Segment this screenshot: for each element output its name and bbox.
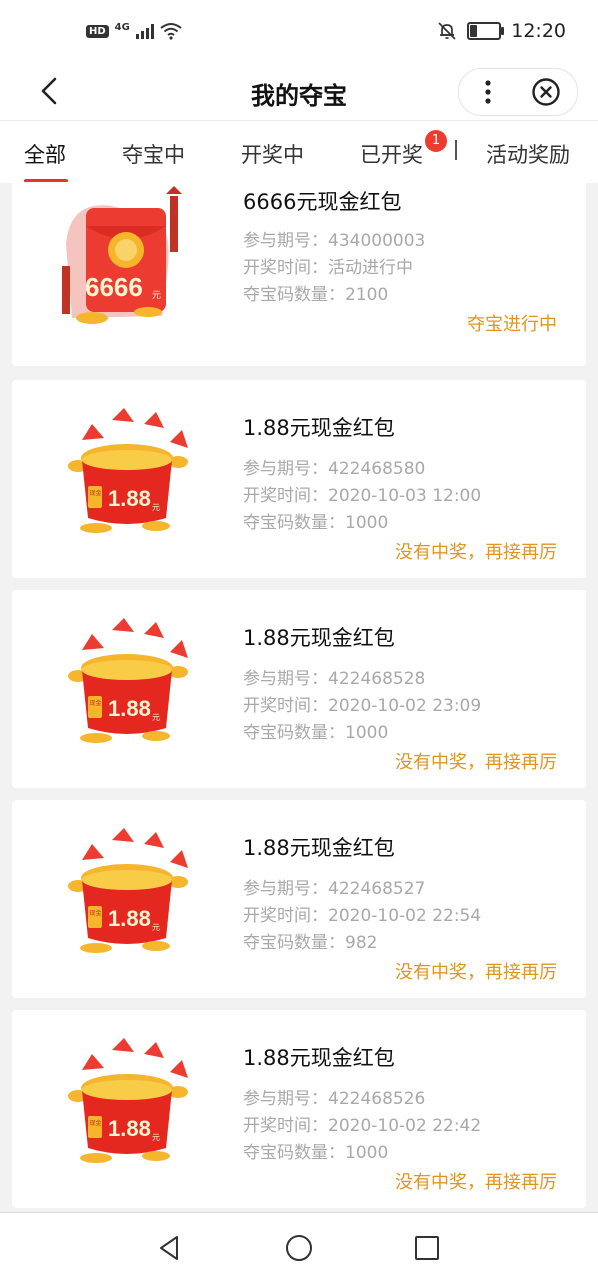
draw-time-row: 开奖时间：2020-10-02 22:42 [243, 1116, 482, 1136]
code-count-row: 夺宝码数量：1000 [243, 723, 389, 743]
status-bar: HD 4G 12:20 [0, 0, 598, 64]
thumb-unit: 元 [152, 713, 160, 722]
status-right: 12:20 [437, 20, 566, 42]
status-text: 没有中奖，再接再厉 [395, 752, 557, 773]
draw-time-row: 开奖时间：2020-10-02 22:54 [243, 906, 482, 926]
nav-recents-icon[interactable] [412, 1233, 442, 1263]
system-nav-bar [0, 1212, 598, 1281]
red-envelope-pot-image: 现金 1.88 元 [68, 618, 188, 743]
thumb-unit: 元 [152, 503, 160, 512]
nav-back-icon[interactable] [155, 1233, 185, 1263]
more-dots-icon [485, 80, 491, 104]
thumb-tag: 现金 [90, 699, 102, 707]
draw-time-row: 开奖时间：2020-10-02 23:09 [243, 696, 482, 716]
item-title: 6666元现金红包 [243, 190, 402, 214]
code-count-row: 夺宝码数量：1000 [243, 1143, 389, 1163]
period-row: 参与期号：422468527 [243, 879, 426, 899]
mute-bell-icon [438, 22, 456, 40]
hd-badge: HD [86, 24, 109, 38]
thumb-amount: 1.88 [108, 906, 151, 931]
record-card[interactable]: 现金 1.88 元 1.88元现金红包 参与期号：422468526 开奖时间：… [12, 1010, 586, 1208]
code-count-row: 夺宝码数量：1000 [243, 513, 389, 533]
nav-home-icon[interactable] [284, 1233, 314, 1263]
thumb-amount: 6666 [85, 272, 143, 302]
wifi-icon [160, 23, 182, 40]
period-row: 参与期号：422468580 [243, 459, 426, 479]
item-title: 1.88元现金红包 [243, 626, 395, 650]
tab-in-progress[interactable]: 夺宝中 [122, 139, 185, 169]
status-left: HD 4G [86, 22, 182, 40]
thumb-amount: 1.88 [108, 696, 151, 721]
thumb-tag: 现金 [90, 909, 102, 917]
more-button[interactable] [459, 69, 517, 115]
tab-all[interactable]: 全部 [24, 139, 66, 169]
signal-icon [135, 23, 154, 39]
tab-drawing[interactable]: 开奖中 [241, 139, 304, 169]
thumb-tag: 现金 [90, 1119, 102, 1127]
title-bar: 我的夺宝 [0, 64, 598, 120]
code-count-row: 夺宝码数量：982 [243, 933, 378, 953]
item-title: 1.88元现金红包 [243, 836, 395, 860]
draw-time-row: 开奖时间：活动进行中 [243, 258, 413, 278]
tab-activity-rewards[interactable]: 活动奖励 [486, 139, 570, 169]
thumb-amount: 1.88 [108, 486, 151, 511]
tab-drawn[interactable]: 已开奖 [360, 139, 423, 169]
thumb-amount: 1.88 [108, 1116, 151, 1141]
battery-icon [467, 22, 505, 40]
red-envelope-pot-image: 现金 1.88 元 [68, 408, 188, 533]
close-circle-icon [532, 78, 560, 106]
record-list[interactable]: 6666 元 6666元现金红包 参与期号：434000003 开奖时间：活动进… [0, 182, 598, 1212]
record-card[interactable]: 6666 元 6666元现金红包 参与期号：434000003 开奖时间：活动进… [12, 182, 586, 366]
thumb-tag: 现金 [90, 489, 102, 497]
red-envelope-pot-image: 现金 1.88 元 [68, 828, 188, 953]
red-envelope-pot-image: 现金 1.88 元 [68, 1038, 188, 1163]
tab-badge: 1 [425, 130, 447, 152]
status-text: 没有中奖，再接再厉 [395, 1172, 557, 1193]
period-row: 参与期号：422468528 [243, 669, 426, 689]
status-text: 没有中奖，再接再厉 [395, 962, 557, 983]
draw-time-row: 开奖时间：2020-10-03 12:00 [243, 486, 482, 506]
code-count-row: 夺宝码数量：2100 [243, 285, 389, 305]
red-envelope-6666-image: 6666 元 [62, 186, 182, 324]
clock: 12:20 [511, 20, 566, 42]
close-button[interactable] [517, 69, 575, 115]
thumb-unit: 元 [152, 1133, 160, 1142]
network-badge: 4G [114, 21, 130, 33]
item-title: 1.88元现金红包 [243, 416, 395, 440]
tab-bar: 全部 夺宝中 开奖中 已开奖 活动奖励 [0, 120, 598, 183]
menu-capsule [458, 68, 578, 116]
period-row: 参与期号：422468526 [243, 1089, 426, 1109]
record-card[interactable]: 现金 1.88 元 1.88元现金红包 参与期号：422468528 开奖时间：… [12, 590, 586, 788]
period-row: 参与期号：434000003 [243, 231, 426, 251]
thumb-unit: 元 [152, 923, 160, 932]
status-text: 没有中奖，再接再厉 [395, 542, 557, 563]
status-text: 夺宝进行中 [467, 314, 557, 335]
tab-divider [455, 140, 457, 160]
record-card[interactable]: 现金 1.88 元 1.88元现金红包 参与期号：422468580 开奖时间：… [12, 380, 586, 578]
item-title: 1.88元现金红包 [243, 1046, 395, 1070]
record-card[interactable]: 现金 1.88 元 1.88元现金红包 参与期号：422468527 开奖时间：… [12, 800, 586, 998]
thumb-unit: 元 [152, 291, 161, 301]
